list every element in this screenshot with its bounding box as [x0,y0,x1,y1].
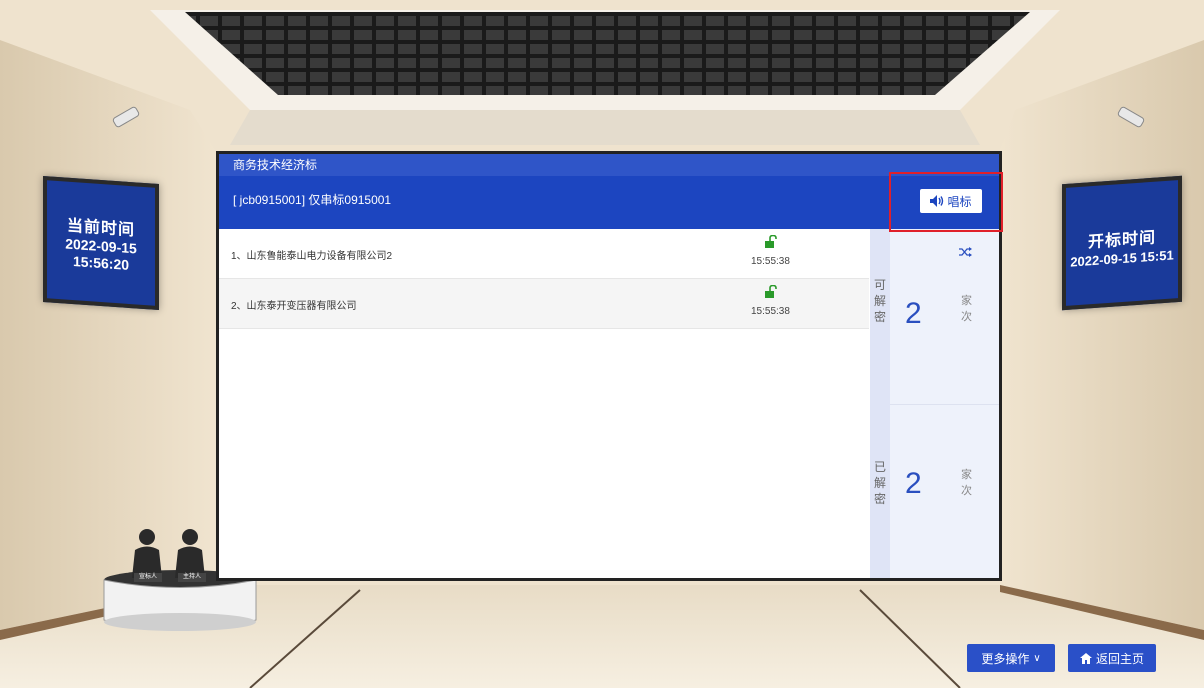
decrypted-unit: 家 次 [961,469,972,497]
sing-bid-button[interactable]: 唱标 [920,189,982,213]
more-actions-button[interactable]: 更多操作 ∨ [967,644,1055,672]
home-icon [1079,652,1092,664]
sing-bid-label: 唱标 [947,194,972,209]
decrypted-count: 2 [905,467,922,500]
decryptable-label: 可 解 密 [873,278,886,324]
decryptable-unit: 家 次 [961,295,972,323]
bidder-row: 1、山东鲁能泰山电力设备有限公司2 15:55:38 [219,229,869,279]
main-screen-content: 商务技术经济标 [ jcb0915001] 仅串标0915001 唱标 1、山东… [219,154,999,578]
more-actions-label: 更多操作 [981,651,1030,666]
desk-sign-announcer: 宣标人 [138,574,157,580]
decrypt-time: 15:55:38 [751,256,790,267]
shuffle-icon[interactable] [958,245,972,259]
unlock-icon [765,235,777,248]
project-title: [ jcb0915001] 仅串标0915001 [233,193,392,207]
desk-sign-host: 主持人 [182,574,201,580]
bidder-row: 2、山东泰开变压器有限公司 15:55:38 [219,279,869,329]
unlock-icon [765,285,777,298]
bidder-name: 1、山东鲁能泰山电力设备有限公司2 [231,251,393,262]
speaker-icon [930,195,944,207]
project-header: [ jcb0915001] 仅串标0915001 唱标 [219,176,999,229]
bidder-list: 1、山东鲁能泰山电力设备有限公司2 15:55:38 2、山东泰开变压器有限公司… [219,229,869,329]
stats-divider [890,404,999,405]
return-home-label: 返回主页 [1095,651,1144,666]
section-title: 商务技术经济标 [219,154,999,176]
decrypted-label: 已 解 密 [873,460,886,506]
decrypt-stats: 可 解 密 2 家 次 已 解 密 2 家 次 [870,229,999,578]
opening-time-panel: 开标时间 2022-09-15 15:51 [1062,175,1182,311]
decryptable-count: 2 [905,297,922,330]
current-time-panel: 当前时间 2022-09-15 15:56:20 [43,175,159,311]
decrypt-time: 15:55:38 [751,306,790,317]
return-home-button[interactable]: 返回主页 [1068,644,1156,672]
main-screen: 商务技术经济标 [ jcb0915001] 仅串标0915001 唱标 1、山东… [216,151,1002,581]
chevron-down-icon: ∨ [1033,652,1041,664]
bidder-name: 2、山东泰开变压器有限公司 [231,301,357,312]
